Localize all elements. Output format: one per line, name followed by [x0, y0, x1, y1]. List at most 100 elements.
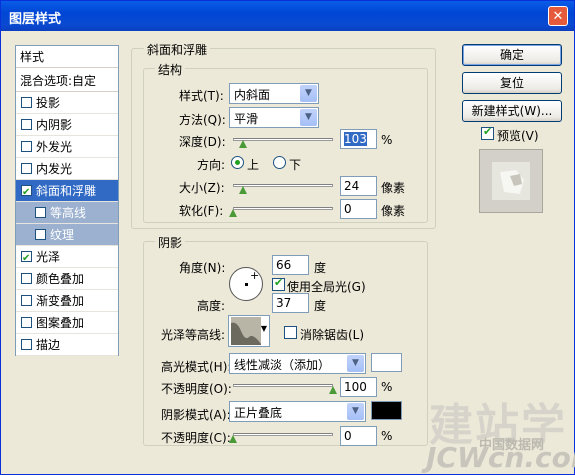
sidebar-item-checkbox[interactable]	[21, 97, 32, 108]
direction-down-radio[interactable]	[273, 156, 286, 169]
sidebar-item[interactable]: 投影	[16, 92, 118, 114]
direction-up-radio[interactable]	[231, 156, 244, 169]
gloss-contour-picker[interactable]: ▼	[228, 315, 270, 347]
shadow-opacity-input[interactable]: 0	[340, 426, 377, 446]
styles-header[interactable]: 样式	[16, 46, 118, 68]
shading-title: 阴影	[155, 234, 186, 251]
title-bar: 图层样式 ✕	[1, 1, 574, 31]
angle-input[interactable]: 66	[272, 255, 309, 275]
shadow-opacity-unit: %	[381, 429, 393, 443]
angle-unit: 度	[314, 261, 327, 275]
sidebar-item[interactable]: 外发光	[16, 136, 118, 158]
sidebar-item-label: 斜面和浮雕	[36, 184, 97, 198]
sidebar-item-checkbox[interactable]	[21, 141, 32, 152]
sidebar-item[interactable]: 图案叠加	[16, 312, 118, 334]
size-slider[interactable]	[233, 184, 333, 187]
depth-slider[interactable]	[233, 138, 333, 141]
soften-input[interactable]: 0	[340, 199, 377, 219]
chevron-down-icon: ▼	[300, 85, 317, 102]
sidebar-item-checkbox[interactable]	[21, 163, 32, 174]
shadow-opacity-slider-thumb[interactable]	[229, 435, 237, 443]
sidebar-item-checkbox[interactable]	[21, 119, 32, 130]
size-input[interactable]: 24	[340, 176, 377, 196]
preview-shape-icon	[492, 162, 530, 200]
shadow-opacity-slider[interactable]	[233, 433, 333, 436]
window-title: 图层样式	[9, 12, 62, 27]
shadow-mode-select[interactable]: 正片叠底 ▼	[229, 401, 366, 422]
highlight-mode-value: 线性减淡（添加）	[234, 358, 331, 372]
antialias-label: 消除锯齿(L)	[300, 328, 365, 342]
chevron-down-icon: ▼	[347, 355, 364, 372]
close-button[interactable]: ✕	[548, 6, 568, 26]
sidebar-item[interactable]: 渐变叠加	[16, 290, 118, 312]
highlight-mode-select[interactable]: 线性减淡（添加） ▼	[229, 353, 366, 374]
watermark-url: JCWcn.com	[426, 441, 575, 474]
crosshair-icon: +	[250, 269, 260, 282]
direction-down-label: 下	[289, 158, 302, 172]
depth-slider-thumb[interactable]	[239, 140, 247, 148]
chevron-down-icon: ▼	[347, 403, 364, 420]
chevron-down-icon: ▼	[260, 324, 267, 333]
sidebar-item[interactable]: 内阴影	[16, 114, 118, 136]
highlight-opacity-label: 不透明度(O):	[161, 382, 232, 396]
blending-options-item[interactable]: 混合选项:自定	[16, 70, 118, 92]
highlight-mode-label: 高光模式(H):	[161, 360, 232, 374]
sidebar-item-label: 光泽	[36, 250, 61, 264]
altitude-input[interactable]: 37	[272, 293, 309, 313]
sidebar-item-checkbox[interactable]	[21, 317, 32, 328]
sidebar-item-checkbox[interactable]	[21, 273, 32, 284]
styles-list: 样式 混合选项:自定 投影内阴影外发光内发光斜面和浮雕等高线纹理光泽颜色叠加渐变…	[15, 45, 119, 356]
depth-input[interactable]: 103	[340, 129, 377, 149]
sidebar-item[interactable]: 斜面和浮雕	[16, 180, 118, 204]
highlight-opacity-input[interactable]: 100	[340, 377, 377, 397]
sidebar-item-checkbox[interactable]	[35, 207, 46, 218]
sidebar-item[interactable]: 内发光	[16, 158, 118, 180]
contour-curve-icon	[231, 317, 261, 345]
sidebar-item-label: 渐变叠加	[36, 294, 85, 308]
highlight-opacity-slider[interactable]	[233, 384, 333, 387]
global-light-checkbox[interactable]	[272, 276, 285, 291]
bevel-title: 斜面和浮雕	[144, 41, 211, 58]
sidebar-item-label: 描边	[36, 338, 61, 352]
technique-value: 平滑	[234, 112, 259, 126]
shadow-mode-value: 正片叠底	[234, 406, 283, 420]
sidebar-item[interactable]: 等高线	[16, 202, 118, 224]
soften-slider-thumb[interactable]	[229, 209, 237, 217]
sidebar-item[interactable]: 描边	[16, 334, 118, 356]
shadow-color-swatch[interactable]	[371, 401, 402, 420]
sidebar-item-checkbox[interactable]	[21, 248, 32, 270]
sidebar-item-label: 图案叠加	[36, 316, 85, 330]
size-label: 大小(Z):	[179, 181, 225, 195]
sidebar-item-checkbox[interactable]	[35, 229, 46, 240]
sidebar-item-label: 颜色叠加	[36, 272, 85, 286]
style-select[interactable]: 内斜面 ▼	[229, 83, 319, 104]
direction-up-label: 上	[247, 158, 260, 172]
depth-value: 103	[344, 132, 367, 146]
soften-slider[interactable]	[233, 207, 333, 210]
sidebar-item-checkbox[interactable]	[21, 339, 32, 350]
sidebar-item-checkbox[interactable]	[21, 182, 32, 204]
soften-label: 软化(F):	[179, 204, 224, 218]
technique-label: 方法(Q):	[179, 113, 226, 127]
shadow-opacity-label: 不透明度(C):	[161, 431, 231, 445]
chevron-down-icon: ▼	[300, 109, 317, 126]
antialias-checkbox[interactable]	[284, 326, 297, 339]
preview-checkbox[interactable]	[481, 125, 494, 140]
highlight-color-swatch[interactable]	[371, 353, 402, 372]
ok-button[interactable]: 确定	[462, 44, 562, 66]
gloss-contour-label: 光泽等高线:	[161, 328, 226, 342]
sidebar-item[interactable]: 颜色叠加	[16, 268, 118, 290]
highlight-opacity-unit: %	[381, 380, 393, 394]
sidebar-item-checkbox[interactable]	[21, 295, 32, 306]
sidebar-item[interactable]: 纹理	[16, 224, 118, 246]
new-style-button[interactable]: 新建样式(W)...	[462, 100, 562, 122]
altitude-unit: 度	[314, 299, 327, 313]
sidebar-item[interactable]: 光泽	[16, 246, 118, 270]
size-slider-thumb[interactable]	[239, 186, 247, 194]
reset-button[interactable]: 复位	[462, 72, 562, 94]
shadow-mode-label: 阴影模式(A):	[161, 408, 231, 422]
structure-title: 结构	[155, 61, 186, 78]
angle-dial[interactable]: +	[229, 267, 263, 301]
highlight-opacity-slider-thumb[interactable]	[329, 386, 337, 394]
technique-select[interactable]: 平滑 ▼	[229, 107, 319, 128]
